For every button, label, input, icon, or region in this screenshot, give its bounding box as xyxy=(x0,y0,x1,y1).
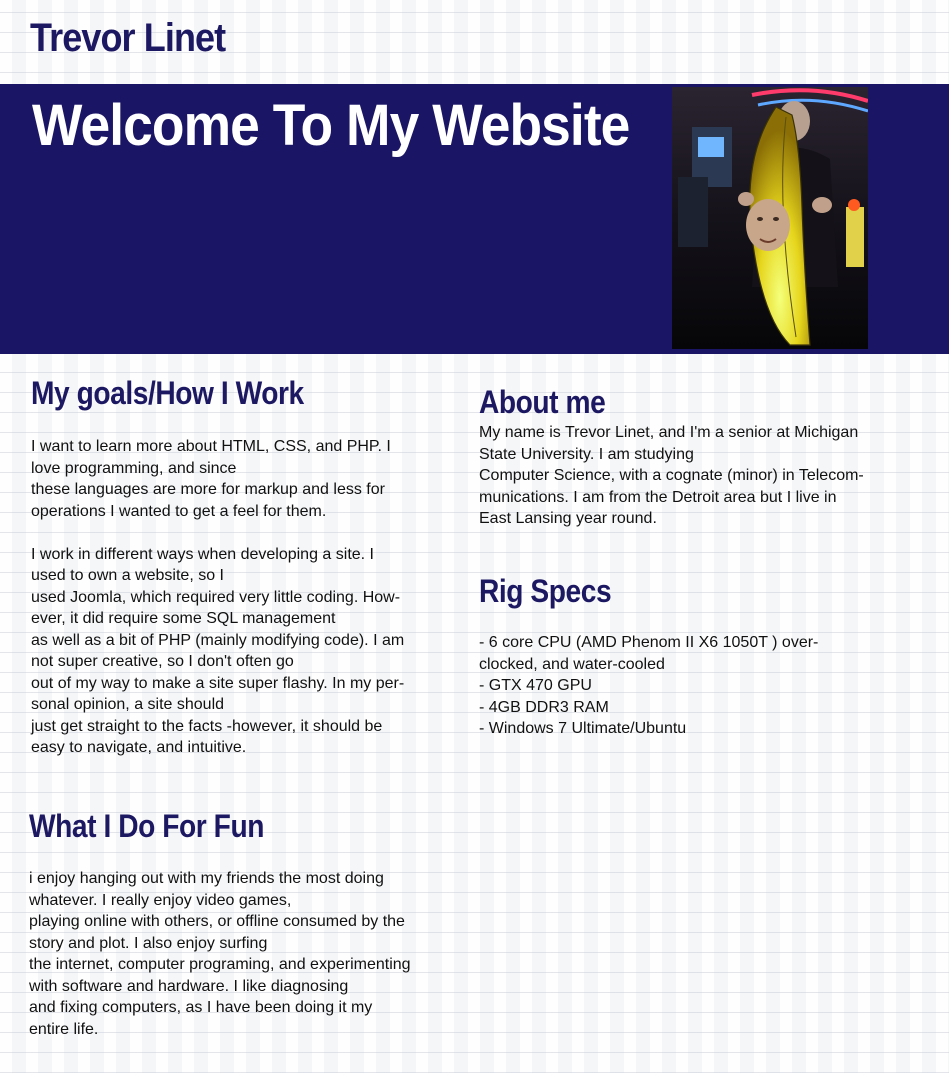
fun-line: the internet, computer programing, and e… xyxy=(29,956,411,973)
goals-line: out of my way to make a site super flash… xyxy=(31,674,405,692)
fun-line: and fixing computers, as I have been doi… xyxy=(29,999,373,1016)
goals-line: these languages are more for markup and … xyxy=(31,481,385,498)
fun-line: playing online with others, or offline c… xyxy=(29,913,405,930)
about-line: munications. I am from the Detroit area … xyxy=(479,488,837,506)
goals-line: operations I wanted to get a feel for th… xyxy=(31,502,327,520)
about-line: My name is Trevor Linet, and I'm a senio… xyxy=(479,424,859,441)
fun-line: whatever. I really enjoy video games, xyxy=(29,891,292,909)
rig-specs-list: - 6 core CPU (AMD Phenom II X6 1050T ) o… xyxy=(479,632,929,740)
goals-text: I want to learn more about HTML, CSS, an… xyxy=(31,436,471,759)
goals-line: ever, it did require some SQL management xyxy=(31,610,336,627)
site-name: Trevor Linet xyxy=(30,16,226,60)
about-heading: About me xyxy=(479,384,606,420)
about-line: State University. I am studying xyxy=(479,445,694,463)
goals-line: I work in different ways when developing… xyxy=(31,545,374,563)
about-line: Computer Science, with a cognate (minor)… xyxy=(479,467,864,484)
rig-heading: Rig Specs xyxy=(479,573,612,609)
goals-line: sonal opinion, a site should xyxy=(31,696,225,713)
fun-line: i enjoy hanging out with my friends the … xyxy=(29,870,384,887)
fun-line: with software and hardware. I like diagn… xyxy=(29,977,349,995)
goals-line: used to own a website, so I xyxy=(31,567,224,584)
hero-banner: Welcome To My Website xyxy=(0,84,949,354)
goals-line: as well as a bit of PHP (mainly modifyin… xyxy=(31,631,405,649)
hero-title: Welcome To My Website xyxy=(32,93,630,158)
goals-line: used Joomla, which required very little … xyxy=(31,588,401,606)
fun-text: i enjoy hanging out with my friends the … xyxy=(29,868,469,1040)
rig-spec-item: - GTX 470 GPU xyxy=(479,677,592,694)
goals-line: I want to learn more about HTML, CSS, an… xyxy=(31,438,391,455)
fun-line: story and plot. I also enjoy surfing xyxy=(29,934,268,952)
fun-line: entire life. xyxy=(29,1020,99,1038)
goals-line: not super creative, so I don't often go xyxy=(31,653,294,670)
rig-spec-item: clocked, and water-cooled xyxy=(479,655,665,673)
rig-spec-item: - 6 core CPU (AMD Phenom II X6 1050T ) o… xyxy=(479,634,819,651)
fun-heading: What I Do For Fun xyxy=(29,808,264,844)
about-line: East Lansing year round. xyxy=(479,510,657,527)
rig-spec-item: - Windows 7 Ultimate/Ubuntu xyxy=(479,720,687,737)
portrait-photo-icon xyxy=(672,87,868,349)
goals-line: easy to navigate, and intuitive. xyxy=(31,739,247,756)
goals-line: just get straight to the facts -however,… xyxy=(31,717,383,735)
profile-photo xyxy=(672,87,868,349)
goals-heading: My goals/How I Work xyxy=(31,375,304,411)
goals-line: love programming, and since xyxy=(31,459,237,477)
about-text: My name is Trevor Linet, and I'm a senio… xyxy=(479,422,929,530)
rig-spec-item: - 4GB DDR3 RAM xyxy=(479,698,609,716)
